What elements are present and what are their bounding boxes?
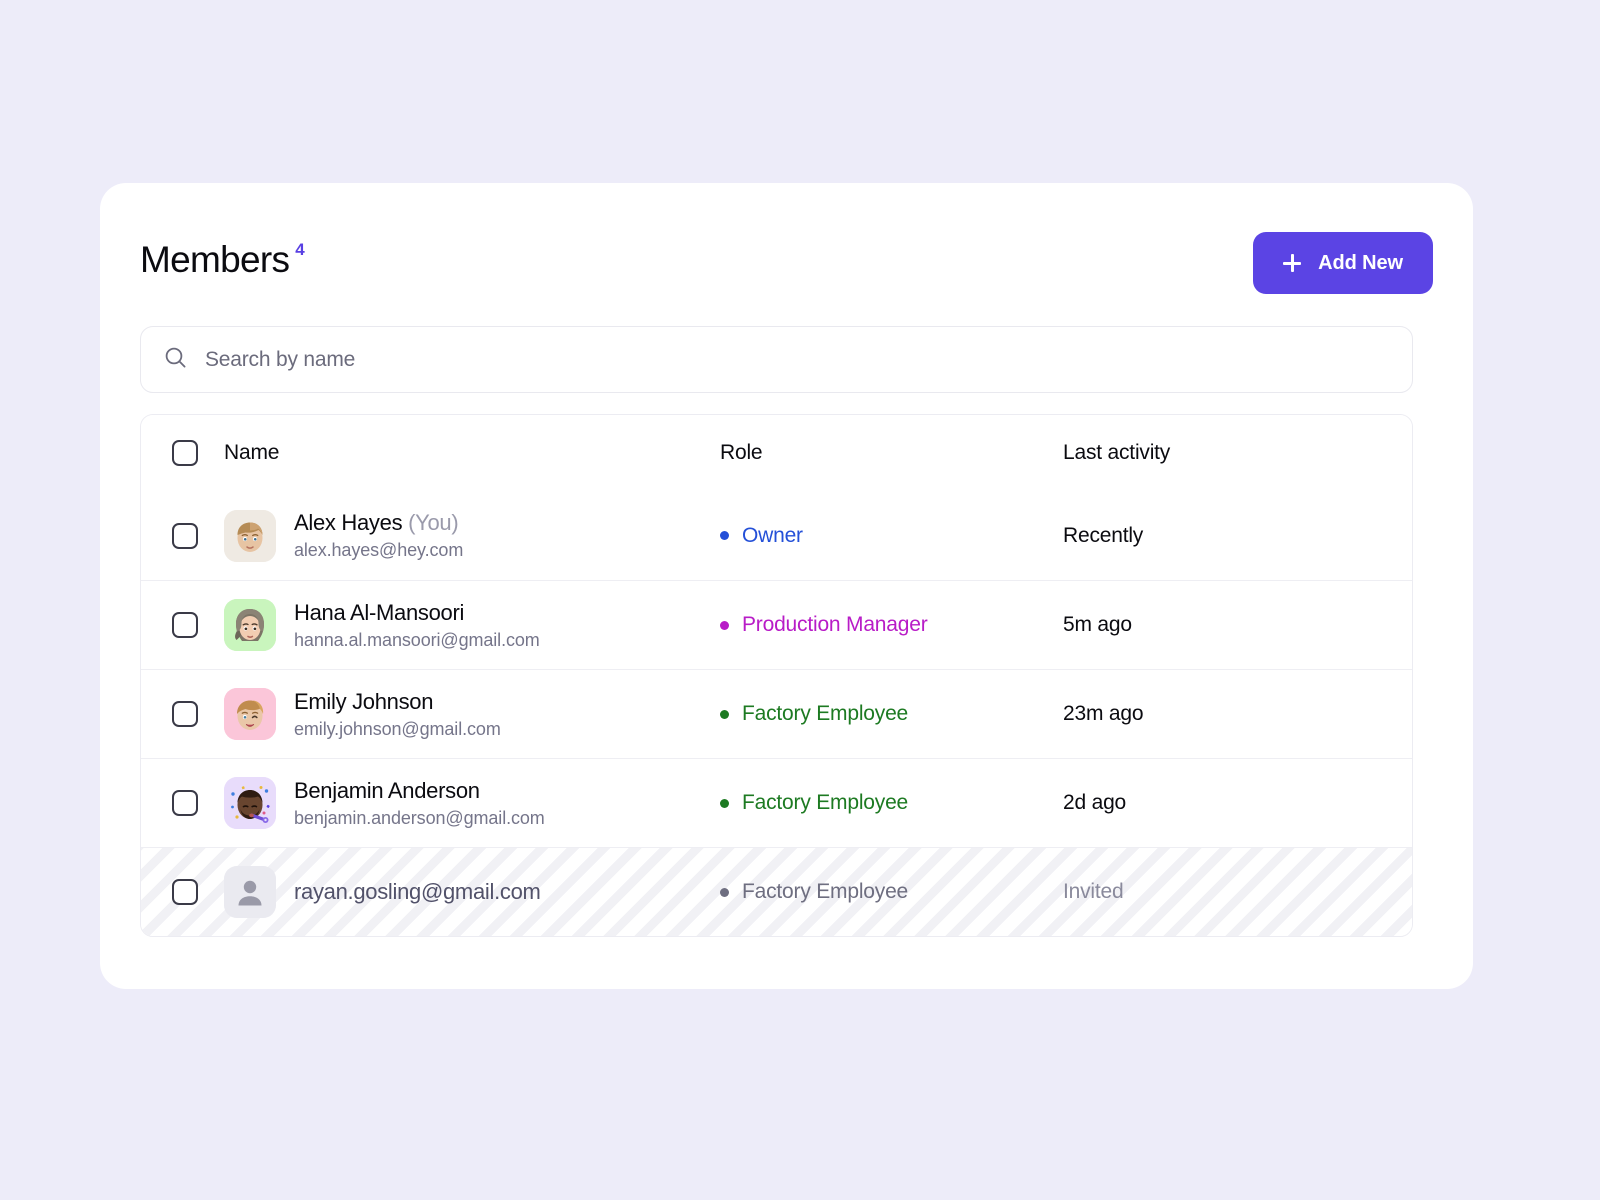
- member-email: emily.johnson@gmail.com: [294, 718, 501, 739]
- table-row[interactable]: Emily Johnson emily.johnson@gmail.com Fact…: [141, 669, 1412, 758]
- memoji-winking-woman: [224, 688, 276, 740]
- row-select-cell: [141, 879, 224, 905]
- role-status-dot: [720, 887, 729, 897]
- row-select-cell: [141, 522, 224, 549]
- activity-cell: 2d ago: [1063, 791, 1412, 815]
- activity-value: Recently: [1063, 523, 1144, 547]
- role-status-dot: [720, 531, 729, 540]
- activity-value: 5m ago: [1063, 613, 1132, 636]
- page-title: Members 4: [140, 238, 305, 282]
- row-select-checkbox[interactable]: [171, 522, 198, 549]
- row-select-checkbox[interactable]: [171, 790, 198, 816]
- role-label: Factory Employee: [742, 702, 909, 725]
- member-name: Hana Al-Mansoori: [294, 599, 465, 625]
- memoji-blonde-man: [224, 509, 276, 562]
- member-identity: Alex Hayes (You) alex.hayes@hey.com: [294, 510, 463, 561]
- plus-icon: [1283, 254, 1302, 272]
- row-select-checkbox[interactable]: [171, 879, 198, 905]
- member-name: Emily Johnson: [294, 688, 434, 714]
- member-you-tag: (You): [402, 510, 459, 535]
- member-identity: Emily Johnson emily.johnson@gmail.com: [294, 689, 501, 740]
- member-email: hanna.al.mansoori@gmail.com: [294, 629, 540, 650]
- column-header-role: Role: [720, 441, 1063, 465]
- role-status-dot: [720, 798, 729, 808]
- page-root: Members 4 Add New Search by name Name Ro…: [0, 0, 1600, 1200]
- members-table: Name Role Last activity Alex Hayes (You)…: [140, 414, 1413, 937]
- add-new-button[interactable]: Add New: [1253, 232, 1433, 294]
- member-identity: rayan.gosling@gmail.com: [294, 879, 541, 905]
- role-cell: Owner: [720, 524, 1063, 548]
- memoji-party-man: [224, 777, 276, 829]
- role-label: Owner: [742, 523, 803, 547]
- member-identity: Benjamin Anderson benjamin.anderson@gmail…: [294, 778, 545, 829]
- table-body: Alex Hayes (You) alex.hayes@hey.com Owner R…: [141, 491, 1412, 936]
- row-select-cell: [141, 790, 224, 816]
- member-cell: rayan.gosling@gmail.com: [224, 866, 720, 918]
- table-row[interactable]: Benjamin Anderson benjamin.anderson@gmail…: [141, 758, 1412, 847]
- row-select-checkbox[interactable]: [171, 612, 198, 638]
- activity-value: 23m ago: [1063, 702, 1144, 725]
- column-header-role-label: Role: [720, 441, 763, 464]
- select-all-checkbox[interactable]: [171, 440, 198, 466]
- role-label: Factory Employee: [742, 791, 909, 814]
- activity-value: Invited: [1063, 880, 1124, 903]
- column-header-name-label: Name: [224, 441, 280, 464]
- member-cell: Alex Hayes (You) alex.hayes@hey.com: [224, 509, 720, 562]
- add-new-button-label: Add New: [1318, 251, 1403, 274]
- role-status-dot: [720, 709, 729, 719]
- member-cell: Hana Al-Mansoori hanna.al.mansoori@gmail.…: [224, 599, 720, 651]
- member-email: benjamin.anderson@gmail.com: [294, 807, 545, 828]
- members-card: Members 4 Add New Search by name Name Ro…: [100, 183, 1473, 989]
- member-cell: Benjamin Anderson benjamin.anderson@gmail…: [224, 777, 720, 829]
- member-count-badge: 4: [295, 240, 305, 259]
- role-status-dot: [720, 620, 729, 630]
- search-icon: [163, 345, 188, 375]
- card-header: Members 4 Add New: [140, 232, 1433, 310]
- memoji-hijab-woman: [224, 599, 276, 651]
- member-cell: Emily Johnson emily.johnson@gmail.com: [224, 688, 720, 740]
- search-bar[interactable]: [140, 326, 1413, 393]
- table-row[interactable]: Alex Hayes (You) alex.hayes@hey.com Owner R…: [141, 491, 1412, 580]
- select-all-cell: [141, 440, 224, 466]
- page-title-text: Members: [140, 239, 290, 280]
- row-select-cell: [141, 612, 224, 638]
- member-email: rayan.gosling@gmail.com: [294, 879, 541, 904]
- role-cell: Factory Employee: [720, 880, 1063, 904]
- activity-cell: Invited: [1063, 880, 1412, 904]
- activity-cell: 5m ago: [1063, 613, 1412, 637]
- activity-cell: Recently: [1063, 524, 1412, 548]
- table-row[interactable]: Hana Al-Mansoori hanna.al.mansoori@gmail.…: [141, 580, 1412, 669]
- column-header-activity: Last activity: [1063, 441, 1412, 465]
- table-row[interactable]: rayan.gosling@gmail.com Factory Employee I…: [141, 847, 1412, 936]
- member-identity: Hana Al-Mansoori hanna.al.mansoori@gmail.…: [294, 600, 540, 651]
- member-name: Benjamin Anderson: [294, 777, 480, 803]
- member-name: Alex Hayes (You): [294, 510, 459, 535]
- role-label: Production Manager: [742, 613, 928, 636]
- role-cell: Production Manager: [720, 613, 1063, 637]
- row-select-cell: [141, 701, 224, 727]
- role-label: Factory Employee: [742, 880, 909, 903]
- activity-cell: 23m ago: [1063, 702, 1412, 726]
- role-cell: Factory Employee: [720, 791, 1063, 815]
- table-header-row: Name Role Last activity: [141, 415, 1412, 491]
- column-header-name: Name: [224, 441, 720, 465]
- search-input[interactable]: [205, 347, 1390, 372]
- row-select-checkbox[interactable]: [171, 701, 198, 727]
- column-header-activity-label: Last activity: [1063, 441, 1171, 464]
- person-placeholder-icon: [224, 866, 276, 918]
- member-email: alex.hayes@hey.com: [294, 540, 464, 560]
- role-cell: Factory Employee: [720, 702, 1063, 726]
- activity-value: 2d ago: [1063, 791, 1127, 814]
